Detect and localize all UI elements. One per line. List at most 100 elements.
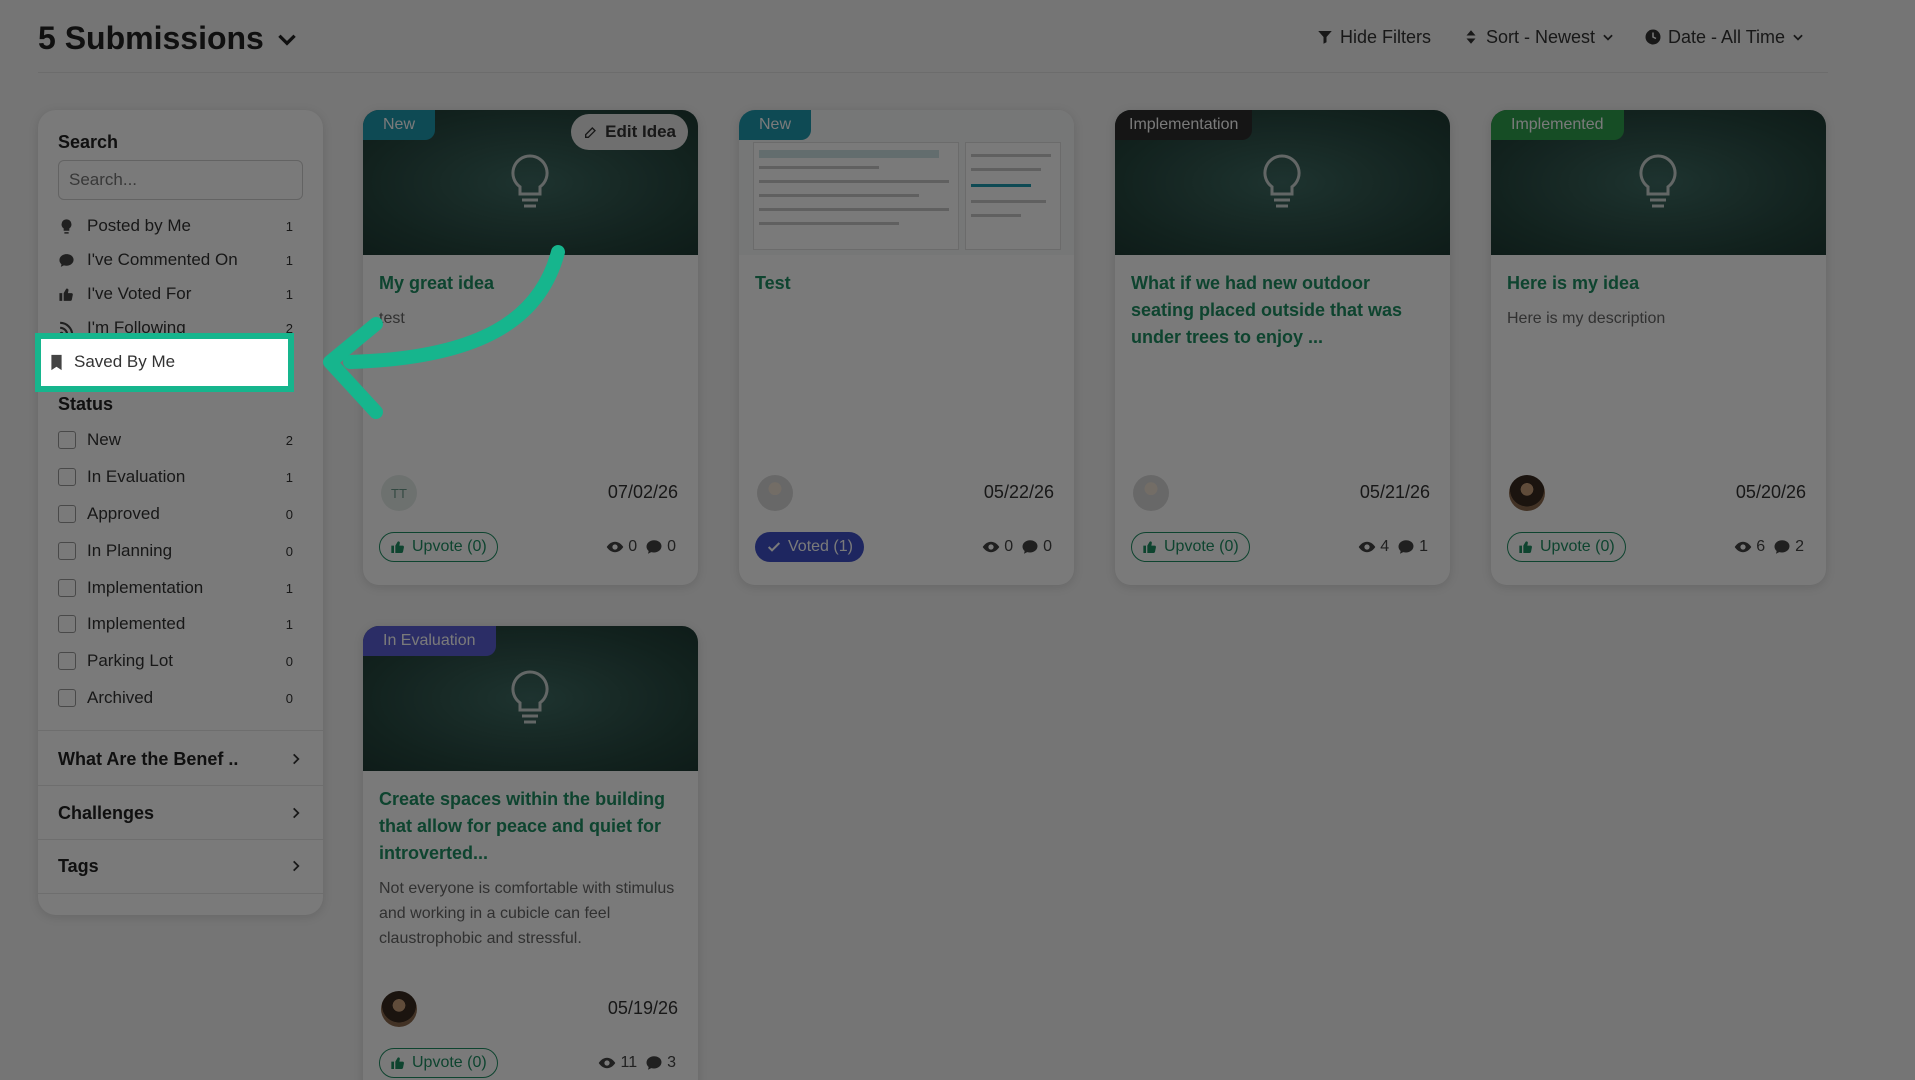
edit-idea-button[interactable]: Edit Idea [571, 114, 688, 150]
filter-commented-on[interactable]: I've Commented On 1 [58, 246, 308, 274]
card-description: Here is my description [1507, 310, 1666, 327]
filter-saved-by-me-highlight[interactable]: Saved By Me [35, 333, 294, 392]
filter-voted-for[interactable]: I've Voted For 1 [58, 280, 308, 308]
hide-filters-button[interactable]: Hide Filters [1310, 22, 1437, 52]
section-challenges[interactable]: Challenges [58, 798, 303, 828]
filter-saved-by-me[interactable]: Saved By Me [49, 347, 175, 377]
section-label: Tags [58, 855, 99, 876]
card-title[interactable]: Test [755, 270, 1055, 297]
voted-label: Voted (1) [788, 538, 853, 555]
checkbox[interactable] [58, 615, 76, 633]
checkbox[interactable] [58, 542, 76, 560]
chevron-down-icon [1603, 34, 1613, 41]
comment-count: 3 [667, 1054, 676, 1071]
card-date: 05/19/26 [607, 998, 678, 1018]
lightbulb-icon [58, 216, 80, 236]
status-implementation[interactable]: Implementation 1 [58, 574, 308, 602]
thumbs-up-icon [1143, 541, 1156, 554]
eye-icon [1358, 541, 1376, 553]
card-title[interactable]: Here is my idea [1507, 270, 1807, 297]
idea-card[interactable]: Implementation What if we had new outdoo… [1115, 110, 1450, 585]
avatar [381, 991, 417, 1027]
status-implemented[interactable]: Implemented 1 [58, 610, 308, 638]
upvote-button[interactable]: Upvote (0) [1507, 532, 1626, 562]
section-what-are-the-benefits[interactable]: What Are the Benef .. [58, 744, 303, 774]
checkbox[interactable] [58, 689, 76, 707]
card-title[interactable]: Create spaces within the building that a… [379, 786, 679, 867]
lightbulb-icon [511, 154, 549, 208]
comment-icon [646, 1056, 662, 1070]
chevron-right-icon [293, 860, 300, 872]
checkbox[interactable] [58, 579, 76, 597]
date-dropdown[interactable]: Date - All Time [1638, 22, 1811, 52]
status-label: Status [58, 394, 114, 414]
status-in-planning[interactable]: In Planning 0 [58, 537, 308, 565]
upvote-label: Upvote (0) [1164, 538, 1239, 555]
checkbox[interactable] [58, 652, 76, 670]
idea-card[interactable]: Implemented Here is my idea Here is my d… [1491, 110, 1826, 585]
view-count: 0 [628, 538, 638, 555]
status-count: 1 [285, 580, 293, 596]
upvote-button[interactable]: Upvote (0) [379, 1048, 498, 1078]
comment-count: 0 [1043, 538, 1052, 555]
idea-card[interactable]: New Test 05/22/26 Voted (1) 0 0 [739, 110, 1074, 585]
thumbs-up-icon [1519, 541, 1532, 554]
thumbs-up-icon [391, 541, 404, 554]
status-count: 0 [285, 543, 293, 559]
status-parking-lot[interactable]: Parking Lot 0 [58, 647, 308, 675]
checkbox[interactable] [58, 468, 76, 486]
divider [38, 785, 323, 786]
status-label-text: In Planning [87, 541, 173, 560]
checkbox[interactable] [58, 431, 76, 449]
search-input[interactable] [58, 160, 303, 200]
card-title[interactable]: What if we had new outdoor seating place… [1131, 270, 1431, 351]
upvote-button[interactable]: Upvote (0) [379, 532, 498, 562]
upvote-label: Upvote (0) [1540, 538, 1615, 555]
status-badge: New [739, 110, 812, 140]
status-label-text: Approved [87, 504, 160, 523]
comment-icon [1774, 540, 1790, 554]
header-divider [38, 72, 1828, 73]
status-new[interactable]: New 2 [58, 426, 308, 454]
card-date: 05/21/26 [1359, 482, 1430, 502]
filter-label: Posted by Me [87, 216, 191, 235]
lightbulb-icon [511, 670, 549, 724]
filter-icon [1318, 31, 1332, 44]
status-count: 1 [285, 469, 293, 485]
status-in-evaluation[interactable]: In Evaluation 1 [58, 463, 308, 491]
thumbs-up-icon [58, 284, 80, 304]
filter-sidebar: Search Posted by Me 1 I've Commented On … [38, 110, 323, 915]
status-count: 2 [285, 432, 293, 448]
card-stats: 0 0 [606, 538, 676, 556]
sort-label: Sort - Newest [1486, 26, 1596, 47]
status-count: 0 [285, 506, 293, 522]
voted-button[interactable]: Voted (1) [755, 532, 864, 562]
status-label-text: In Evaluation [87, 467, 186, 486]
card-stats: 6 2 [1734, 538, 1804, 556]
status-approved[interactable]: Approved 0 [58, 500, 308, 528]
lightbulb-icon [1263, 154, 1301, 208]
status-badge: In Evaluation [363, 626, 496, 656]
filter-label: I've Voted For [87, 284, 192, 303]
chevron-right-icon [293, 807, 300, 819]
card-title[interactable]: My great idea [379, 270, 679, 297]
filter-posted-by-me[interactable]: Posted by Me 1 [58, 212, 308, 240]
divider [38, 730, 323, 731]
avatar [1133, 475, 1169, 511]
idea-card[interactable]: In Evaluation Create spaces within the b… [363, 626, 698, 1080]
edit-icon [585, 127, 597, 138]
submissions-dropdown[interactable]: 5 Submissions [38, 20, 300, 57]
status-count: 0 [285, 690, 293, 706]
sort-dropdown[interactable]: Sort - Newest [1456, 22, 1621, 52]
chevron-down-icon [278, 34, 296, 46]
section-tags[interactable]: Tags [58, 851, 303, 881]
chevron-down-icon [1793, 34, 1803, 41]
status-badge: New [363, 110, 436, 140]
view-count: 4 [1380, 538, 1390, 555]
status-label-text: Implemented [87, 614, 186, 633]
upvote-button[interactable]: Upvote (0) [1131, 532, 1250, 562]
status-archived[interactable]: Archived 0 [58, 684, 308, 712]
idea-card[interactable]: New Edit Idea My great idea test TT 07/0… [363, 110, 698, 585]
thumbs-up-icon [391, 1057, 404, 1070]
checkbox[interactable] [58, 505, 76, 523]
